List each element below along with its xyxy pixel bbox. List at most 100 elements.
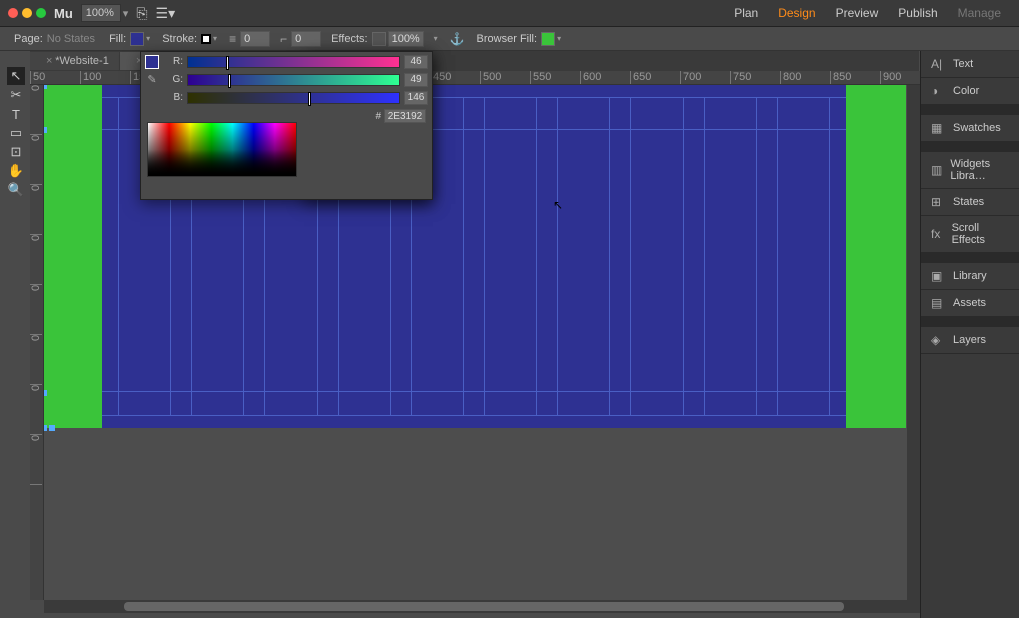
ruler-tick: 0 bbox=[30, 335, 42, 385]
page-label: Page: bbox=[14, 33, 43, 45]
panel-swatches[interactable]: ▦ Swatches bbox=[921, 115, 1019, 142]
browser-fill-dropdown-icon[interactable]: ▾ bbox=[557, 34, 561, 43]
corner-icon: ⌐ bbox=[280, 32, 287, 46]
grid-column bbox=[777, 97, 830, 416]
menubar: Mu 100% ▾ ⎘ ☰▾ Plan Design Preview Publi… bbox=[0, 0, 1019, 27]
ruler-tick: 600 bbox=[580, 71, 630, 85]
color-current-swatch[interactable] bbox=[145, 55, 159, 69]
stroke-swatch[interactable] bbox=[201, 34, 211, 44]
selection-tool[interactable]: ↖ bbox=[7, 67, 25, 85]
handle-bottom-left[interactable] bbox=[44, 425, 47, 431]
panel-label: Library bbox=[953, 270, 987, 282]
panel-library[interactable]: ▣Library bbox=[921, 263, 1019, 290]
ruler-tick: 0 bbox=[30, 285, 42, 335]
handle-bottom[interactable] bbox=[49, 425, 55, 431]
ruler-tick: 0 bbox=[30, 185, 42, 235]
stroke-dropdown-icon[interactable]: ▾ bbox=[213, 34, 217, 43]
app-logo: Mu bbox=[54, 6, 73, 21]
handle-footer[interactable] bbox=[44, 390, 47, 396]
nav-publish[interactable]: Publish bbox=[898, 6, 937, 20]
effects-dropdown-icon[interactable]: ▾ bbox=[434, 34, 438, 43]
page-state-dropdown[interactable]: No States bbox=[47, 33, 95, 45]
panel-color[interactable]: ◑Color bbox=[921, 78, 1019, 105]
hex-label: # bbox=[375, 111, 381, 122]
panel-divider bbox=[921, 317, 1019, 327]
hex-input[interactable] bbox=[384, 109, 426, 123]
close-window-button[interactable] bbox=[8, 8, 18, 18]
handle-top[interactable] bbox=[44, 85, 47, 89]
panel-assets[interactable]: ▤Assets bbox=[921, 290, 1019, 317]
rectangle-tool[interactable]: ▭ bbox=[7, 124, 25, 142]
new-page-icon[interactable]: ⎘ bbox=[136, 5, 147, 22]
ruler-tick: 0 bbox=[30, 85, 42, 135]
panel-label: States bbox=[953, 196, 984, 208]
ruler-tick: 0 bbox=[30, 435, 42, 485]
panel-label: Scroll Effects bbox=[952, 222, 1009, 246]
tab-close-icon[interactable]: × bbox=[46, 55, 52, 67]
panel-icon: ▤ bbox=[931, 296, 945, 310]
r-slider[interactable] bbox=[187, 56, 400, 68]
panel-divider bbox=[921, 105, 1019, 115]
tab-website-1[interactable]: × *Website-1 bbox=[30, 52, 119, 70]
anchor-icon[interactable]: ⚓ bbox=[450, 32, 465, 46]
ruler-tick: 0 bbox=[30, 235, 42, 285]
minimize-window-button[interactable] bbox=[22, 8, 32, 18]
browser-fill-swatch[interactable] bbox=[541, 32, 555, 46]
ruler-tick: 900 bbox=[880, 71, 920, 85]
control-bar: Page: No States Fill: ▾ Stroke: ▾ ≡ ⌐ Ef… bbox=[0, 27, 1019, 51]
opacity-input[interactable] bbox=[388, 31, 424, 47]
handle-header[interactable] bbox=[44, 127, 47, 133]
panel-states[interactable]: ⊞ States bbox=[921, 189, 1019, 216]
b-input[interactable] bbox=[404, 91, 428, 105]
fill-swatch[interactable] bbox=[130, 32, 144, 46]
panel-icon: ▦ bbox=[931, 121, 945, 135]
b-slider[interactable] bbox=[187, 92, 400, 104]
grid-column bbox=[557, 97, 610, 416]
zoom-dropdown-icon[interactable]: ▾ bbox=[123, 7, 129, 20]
panel-label: Color bbox=[953, 85, 979, 97]
panel-scroll-effects[interactable]: fx Scroll Effects bbox=[921, 216, 1019, 253]
stroke-weight-input[interactable] bbox=[240, 31, 270, 47]
g-slider[interactable] bbox=[187, 74, 400, 86]
zoom-select[interactable]: 100% bbox=[81, 4, 121, 22]
corner-input[interactable] bbox=[291, 31, 321, 47]
maximize-window-button[interactable] bbox=[36, 8, 46, 18]
ruler-tick: 0 bbox=[30, 385, 42, 435]
ruler-tick: 750 bbox=[730, 71, 780, 85]
panel-icon: fx bbox=[931, 227, 944, 241]
frame-tool[interactable]: ⊡ bbox=[7, 143, 25, 161]
effects-swatch[interactable] bbox=[372, 32, 386, 46]
ruler-tick: 700 bbox=[680, 71, 730, 85]
panel-layers[interactable]: ◈ Layers bbox=[921, 327, 1019, 354]
panel-icon: ⊞ bbox=[931, 195, 945, 209]
panel-widgets-libra-[interactable]: ▥Widgets Libra… bbox=[921, 152, 1019, 189]
color-gradient-picker[interactable] bbox=[147, 122, 297, 177]
panel-text[interactable]: A|Text bbox=[921, 51, 1019, 78]
tab-label: *Website-1 bbox=[55, 55, 109, 67]
g-label: G: bbox=[169, 74, 183, 85]
scroll-thumb-horizontal[interactable] bbox=[124, 602, 844, 611]
panel-label: Layers bbox=[953, 334, 986, 346]
scrollbar-horizontal[interactable] bbox=[44, 600, 920, 613]
panel-divider bbox=[921, 142, 1019, 152]
layout-icon[interactable]: ☰▾ bbox=[156, 5, 176, 22]
ruler-tick: 850 bbox=[830, 71, 880, 85]
panel-icon: ◈ bbox=[931, 333, 945, 347]
nav-preview[interactable]: Preview bbox=[836, 6, 879, 20]
ruler-tick: 450 bbox=[430, 71, 480, 85]
ruler-tick: 100 bbox=[80, 71, 130, 85]
zoom-tool[interactable]: 🔍 bbox=[7, 181, 25, 199]
g-input[interactable] bbox=[404, 73, 428, 87]
fill-dropdown-icon[interactable]: ▾ bbox=[146, 34, 150, 43]
ruler-tick: 800 bbox=[780, 71, 830, 85]
panel-label: Swatches bbox=[953, 122, 1001, 134]
hand-tool[interactable]: ✋ bbox=[7, 162, 25, 180]
color-picker-popup: R: ✎ G: B: # bbox=[140, 51, 433, 200]
r-input[interactable] bbox=[404, 55, 428, 69]
nav-plan[interactable]: Plan bbox=[734, 6, 758, 20]
text-tool[interactable]: T bbox=[7, 105, 25, 123]
crop-tool[interactable]: ✂ bbox=[7, 86, 25, 104]
eyedropper-icon[interactable]: ✎ bbox=[145, 73, 159, 87]
scrollbar-vertical[interactable] bbox=[907, 85, 920, 600]
nav-design[interactable]: Design bbox=[778, 6, 815, 20]
